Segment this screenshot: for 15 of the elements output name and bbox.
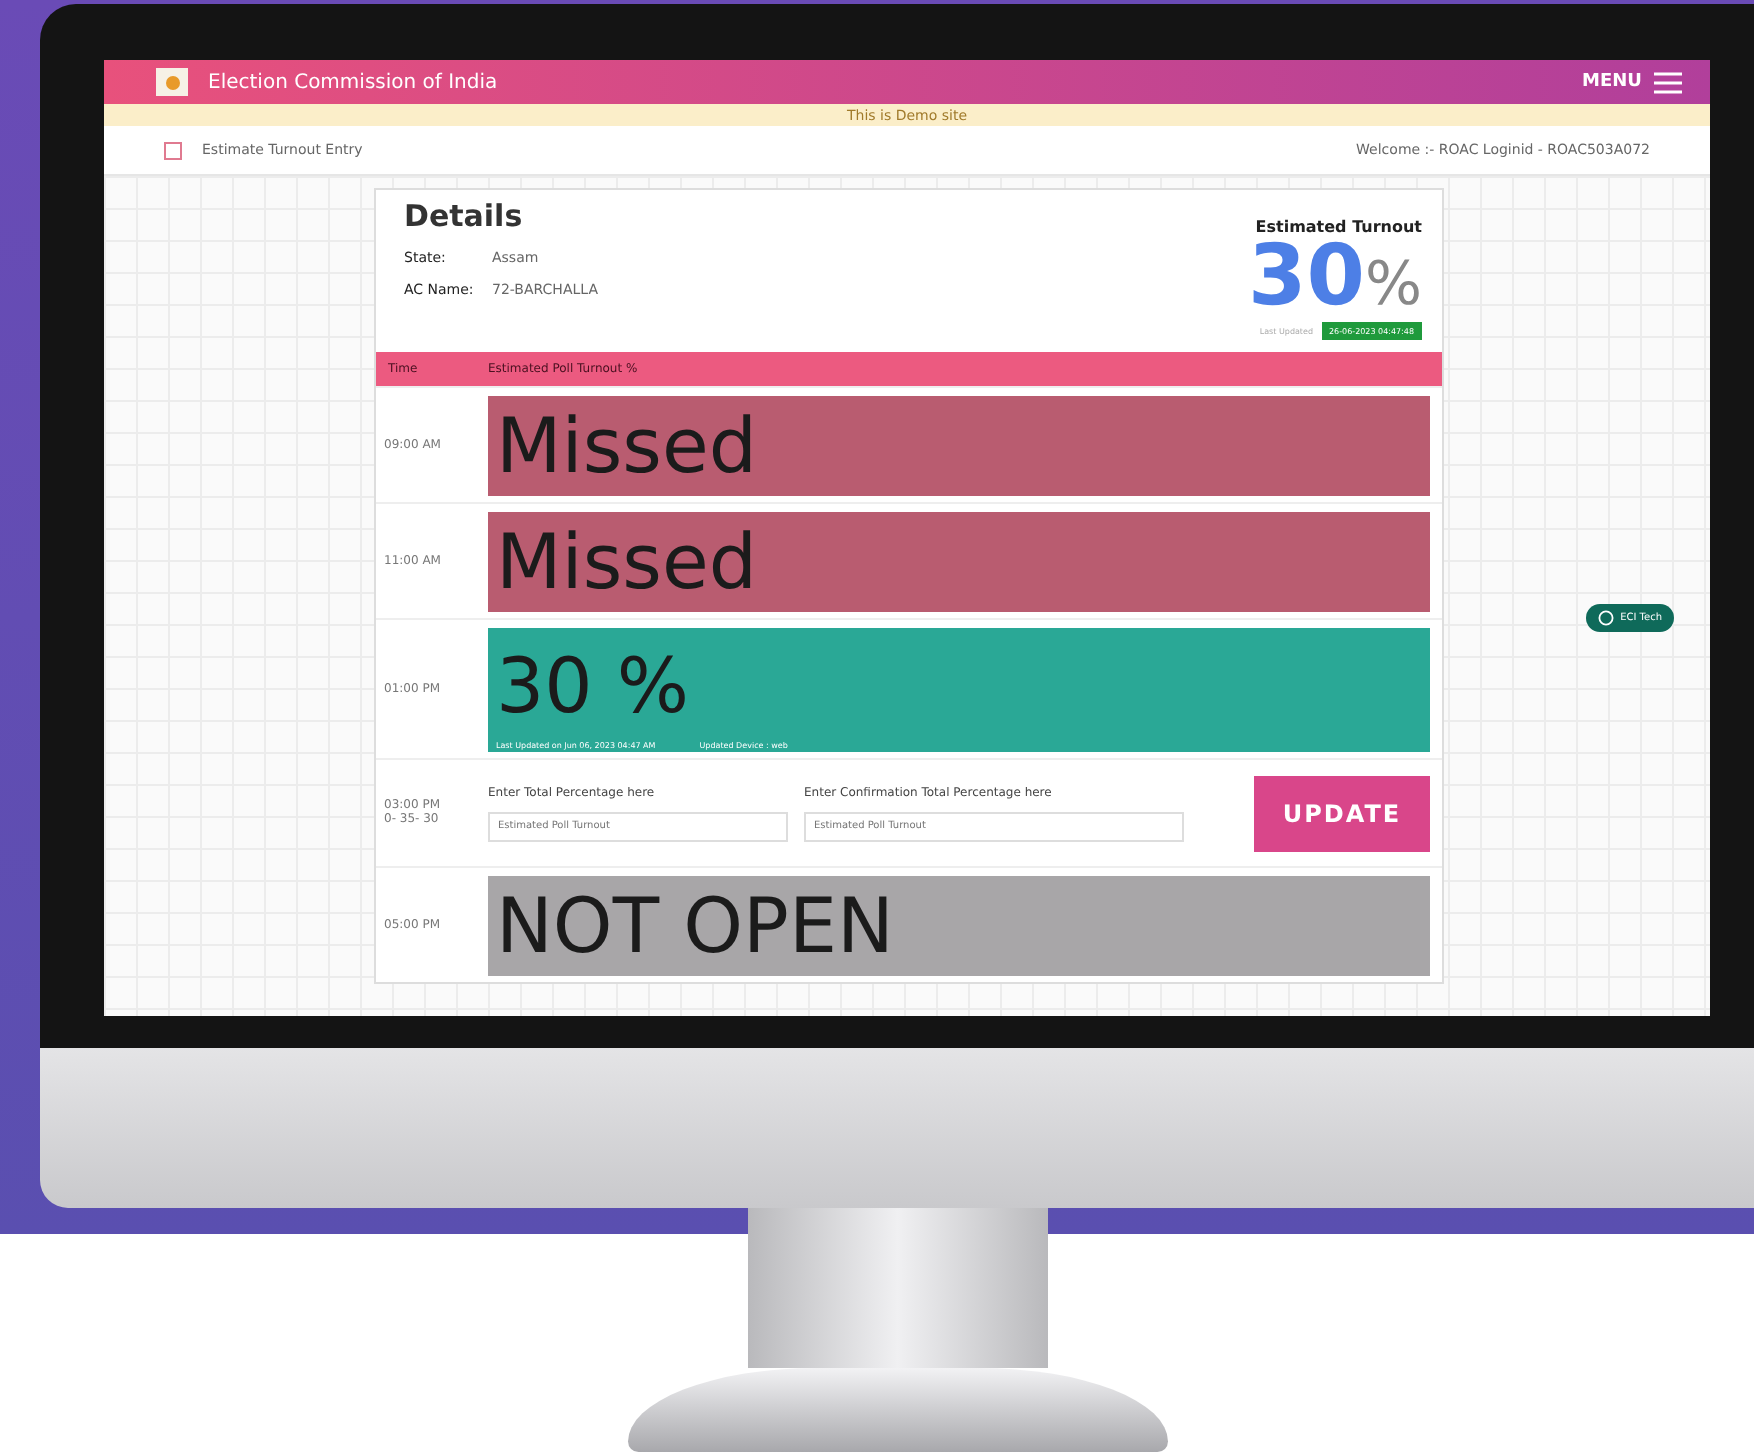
logo-icon [156,68,188,96]
update-button[interactable]: UPDATE [1254,775,1430,852]
status-text: 30 % [496,647,692,724]
status-text: Missed [496,523,759,600]
turnout-value: 30 [1248,236,1365,316]
details-title: Details [404,198,525,234]
turnout-unit: % [1364,258,1422,315]
turnout-title: Estimated Turnout [1255,218,1422,236]
menu-icon [1654,71,1682,93]
status-text: Missed [496,407,759,484]
site-title: Election Commission of India [208,71,500,93]
page-icon [164,141,182,159]
help-icon [1598,610,1615,626]
status-text: NOT OPEN [496,887,896,964]
menu-button[interactable]: MENU [1582,71,1682,93]
